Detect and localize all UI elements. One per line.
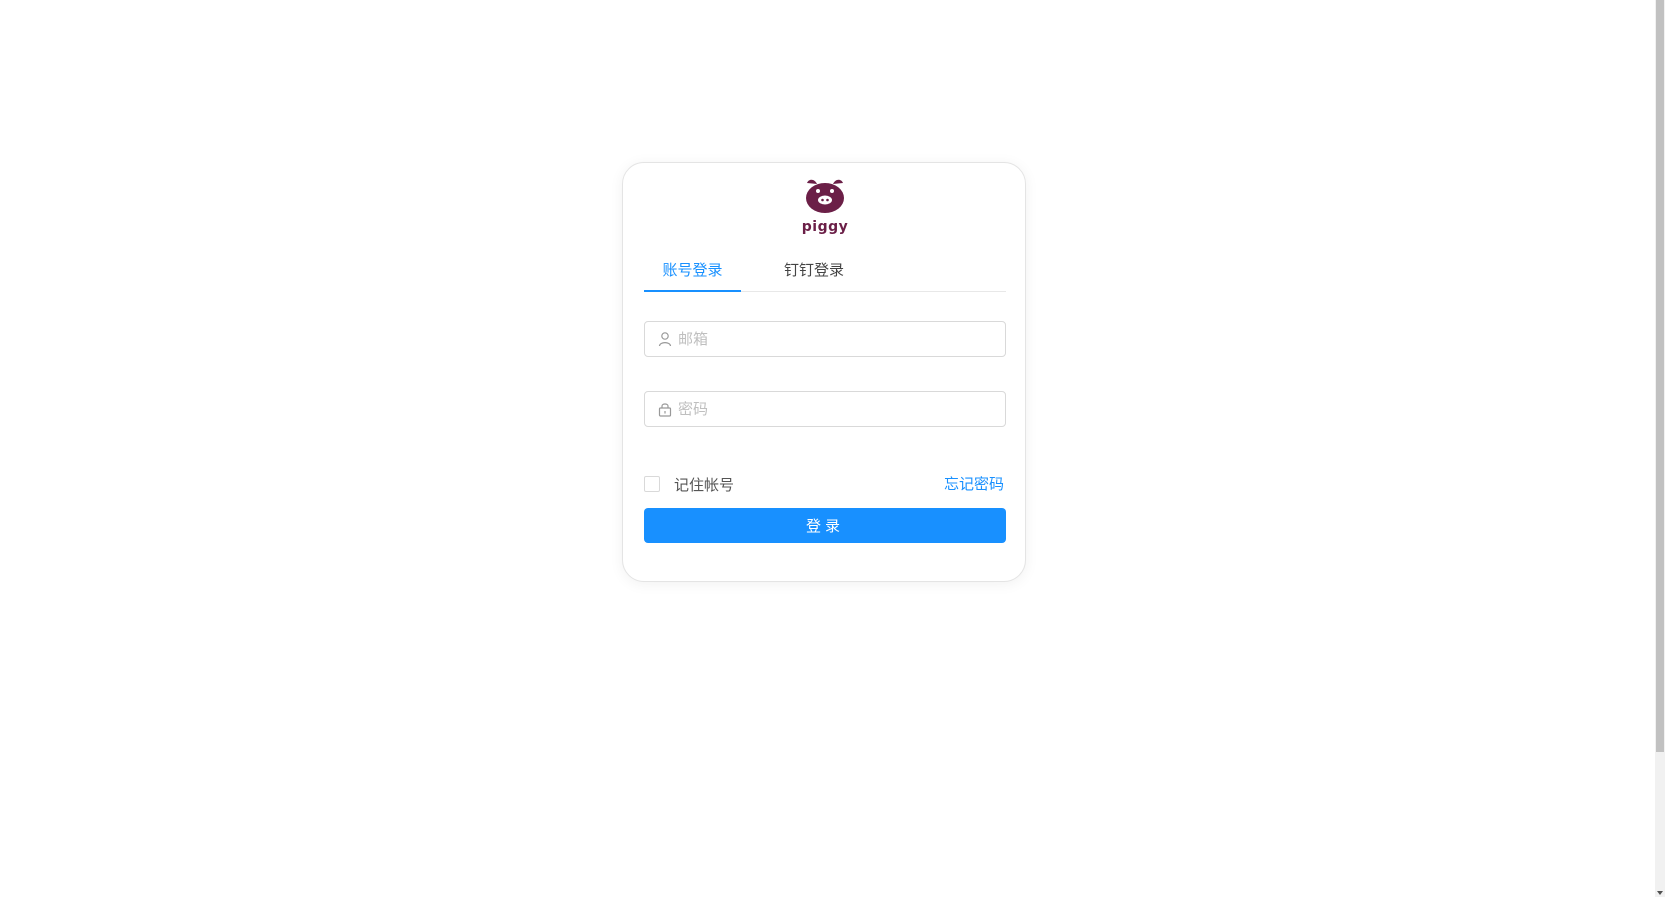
login-page: piggy 账号登录 钉钉登录 记住帐号 忘记密码 [0,0,1665,897]
login-tabs: 账号登录 钉钉登录 [644,255,1006,292]
pig-face-icon [806,179,844,213]
page-scrollbar[interactable] [1655,0,1665,897]
login-card: piggy 账号登录 钉钉登录 记住帐号 忘记密码 [622,162,1026,582]
tab-dingtalk-login[interactable]: 钉钉登录 [774,255,854,291]
email-input[interactable] [678,322,998,356]
password-input[interactable] [678,392,998,426]
scroll-down-arrow-icon[interactable] [1657,891,1663,895]
password-field [644,391,1006,427]
scrollbar-thumb[interactable] [1656,0,1664,752]
email-field [644,321,1006,357]
forgot-password-link[interactable]: 忘记密码 [944,474,1004,494]
tab-account-login[interactable]: 账号登录 [644,255,741,291]
login-button[interactable]: 登录 [644,508,1006,543]
remember-label: 记住帐号 [674,475,735,494]
remember-account[interactable]: 记住帐号 [644,474,734,494]
brand-logo: piggy [795,177,855,241]
active-tab-indicator [644,290,741,292]
brand-name: piggy [801,219,849,235]
remember-checkbox[interactable] [644,476,660,492]
user-icon [658,332,672,347]
lock-icon [658,403,672,417]
